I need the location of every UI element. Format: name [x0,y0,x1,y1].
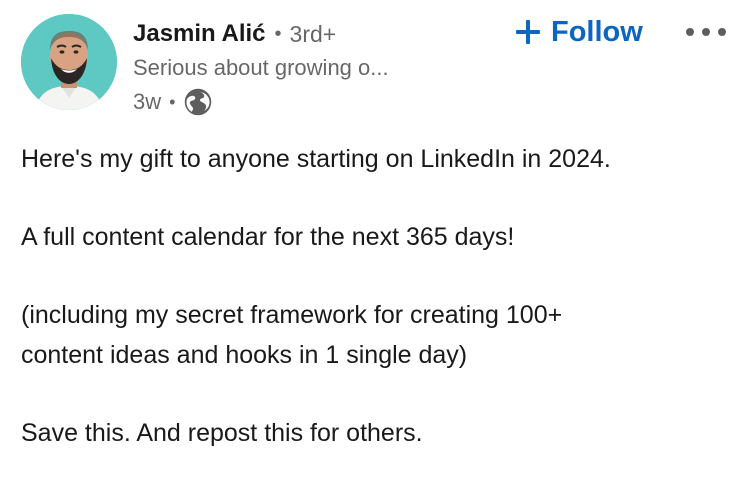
separator-dot: • [169,91,176,112]
follow-label: Follow [551,15,643,48]
separator-dot: • [274,22,282,45]
post-paragraph: Save this. And repost this for others. [21,419,423,447]
post-paragraph: (including my secret framework for creat… [21,295,741,375]
more-horizontal-icon [686,28,726,36]
post-paragraph: Here's my gift to anyone starting on Lin… [21,145,611,173]
post-text: Here's my gift to anyone starting on Lin… [21,139,741,491]
plus-icon [515,19,541,45]
author-headline[interactable]: Serious about growing o... [133,55,389,81]
feed-post: Jasmin Alić • 3rd+ Serious about growing… [0,0,756,472]
globe-icon [184,88,212,116]
avatar-photo [21,14,117,110]
author-avatar[interactable] [21,14,117,110]
author-name-row: Jasmin Alić • 3rd+ [133,16,336,52]
follow-button[interactable]: Follow [515,12,643,52]
post-paragraph: A full content calendar for the next 365… [21,223,515,251]
post-time: 3w [133,89,162,114]
connection-degree: 3rd+ [289,20,337,47]
more-options-button[interactable] [684,17,730,47]
author-name[interactable]: Jasmin Alić [133,20,266,48]
post-line: content ideas and hooks in 1 single day) [21,341,468,369]
post-line: (including my secret framework for creat… [21,301,563,329]
post-meta: 3w • [133,88,212,116]
